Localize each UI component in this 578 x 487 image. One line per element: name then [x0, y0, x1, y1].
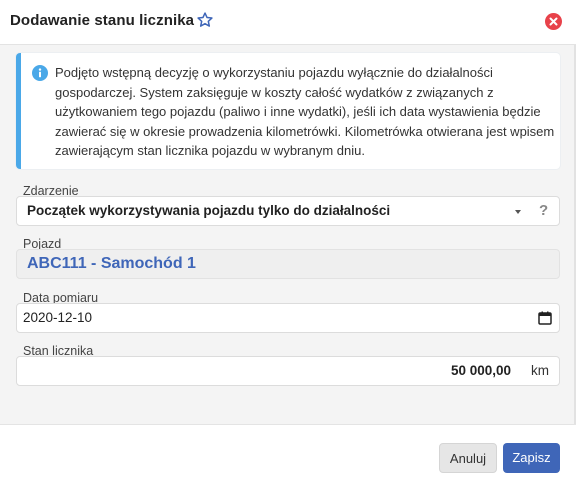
- data-pomiaru-input[interactable]: 2020-12-10: [16, 303, 560, 333]
- close-icon[interactable]: [545, 13, 562, 30]
- dialog-header: Dodawanie stanu licznika: [0, 0, 576, 45]
- pojazd-field: ABC111 - Samochód 1: [16, 249, 560, 279]
- dialog: Dodawanie stanu licznika Podjęto wstępną…: [0, 0, 576, 487]
- cancel-button[interactable]: Anuluj: [439, 443, 497, 473]
- info-box: Podjęto wstępną decyzję o wykorzystaniu …: [16, 53, 560, 169]
- info-text: Podjęto wstępną decyzję o wykorzystaniu …: [55, 65, 555, 158]
- data-pomiaru-value: 2020-12-10: [23, 310, 93, 325]
- zdarzenie-value: Początek wykorzystywania pojazdu tylko d…: [27, 203, 391, 218]
- calendar-icon[interactable]: [538, 311, 552, 325]
- zdarzenie-select[interactable]: Początek wykorzystywania pojazdu tylko d…: [16, 196, 560, 226]
- chevron-down-icon[interactable]: [515, 210, 521, 214]
- stan-licznika-input[interactable]: 50 000,00: [16, 356, 522, 386]
- info-icon: [32, 65, 48, 81]
- pojazd-value: ABC111 - Samochód 1: [27, 255, 196, 272]
- stan-licznika-value: 50 000,00: [450, 363, 511, 378]
- info-accent-bar: [16, 53, 21, 169]
- save-button[interactable]: Zapisz: [503, 443, 560, 473]
- star-icon[interactable]: [196, 11, 214, 29]
- stan-licznika-unit: km: [521, 356, 560, 386]
- dialog-footer: Anuluj Zapisz: [0, 424, 576, 487]
- dialog-title: Dodawanie stanu licznika: [10, 12, 195, 29]
- help-icon[interactable]: ?: [539, 202, 548, 219]
